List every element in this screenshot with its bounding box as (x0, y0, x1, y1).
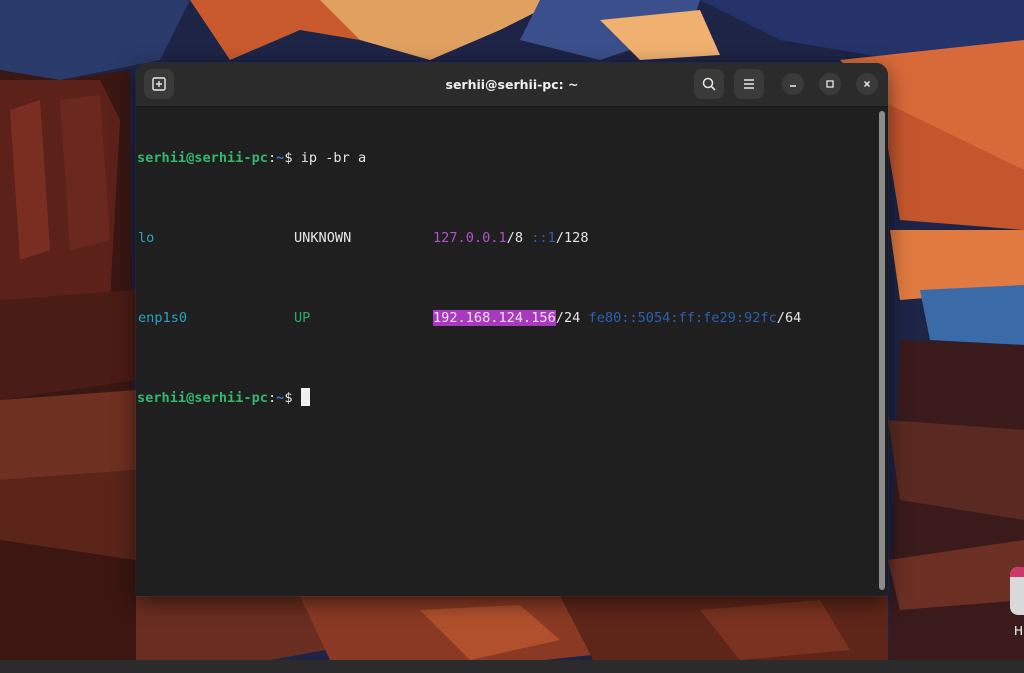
text-cursor (300, 388, 310, 406)
prompt-separator: : (267, 150, 277, 166)
prompt-user: serhii@serhii-pc (137, 150, 268, 166)
search-button[interactable] (694, 69, 724, 99)
new-tab-icon (152, 77, 166, 91)
menu-button[interactable] (734, 69, 764, 99)
ipv6-address: ::1 (531, 230, 556, 246)
command-text (293, 390, 301, 406)
ipv6-prefix: /128 (555, 230, 589, 246)
maximize-button[interactable] (819, 73, 841, 95)
terminal-window[interactable]: serhii@serhii-pc: ~ serhii@serhii-pc:~$ … (136, 63, 888, 596)
prompt-symbol: $ (284, 150, 293, 166)
hamburger-menu-icon (744, 79, 754, 89)
ipv4-prefix: /24 (555, 310, 581, 326)
scrollbar[interactable] (879, 111, 885, 590)
ipv6-address: fe80::5054:ff:fe29:92fc (588, 310, 777, 326)
close-button[interactable] (856, 73, 878, 95)
interface-state: UP (294, 310, 311, 326)
prompt-separator: : (267, 390, 277, 406)
new-tab-button[interactable] (144, 69, 174, 99)
minimize-icon (790, 85, 796, 87)
interface-name: lo (138, 230, 155, 246)
desktop: serhii@serhii-pc: ~ serhii@serhii-pc:~$ … (0, 0, 1024, 673)
interface-state: UNKNOWN (294, 230, 352, 246)
command-text: ip -br a (292, 150, 367, 166)
ipv4-prefix: /8 (506, 230, 524, 246)
terminal-line: serhii@serhii-pc:~$ ip -br a (137, 148, 876, 168)
prompt-symbol: $ (284, 390, 293, 406)
interface-name: enp1s0 (138, 310, 188, 326)
minimize-button[interactable] (782, 73, 804, 95)
search-icon (702, 77, 716, 91)
maximize-icon (826, 80, 834, 88)
interface-addresses: 127.0.0.1/8 ::1/128 (433, 228, 589, 248)
titlebar[interactable]: serhii@serhii-pc: ~ (136, 63, 888, 107)
ipv4-address: 127.0.0.1 (433, 230, 507, 246)
dock-item-accent (1010, 567, 1024, 577)
terminal-output[interactable]: serhii@serhii-pc:~$ ip -br a lo UNKNOWN 12… (136, 107, 876, 596)
desktop-edge-label: H (1014, 624, 1024, 638)
terminal-line: lo UNKNOWN 127.0.0.1/8 ::1/128 (137, 228, 876, 248)
terminal-line: serhii@serhii-pc:~$ (137, 388, 876, 408)
ipv6-prefix: /64 (776, 310, 802, 326)
selected-ipv4-address[interactable]: 192.168.124.156 (433, 310, 556, 326)
interface-addresses: 192.168.124.156/24 fe80::5054:ff:fe29:92… (433, 308, 801, 328)
prompt-user: serhii@serhii-pc (137, 390, 268, 406)
terminal-line: enp1s0 UP 192.168.124.156/24 fe80::5054:ff… (137, 308, 876, 328)
close-icon (863, 80, 871, 88)
window-title: serhii@serhii-pc: ~ (445, 77, 579, 92)
